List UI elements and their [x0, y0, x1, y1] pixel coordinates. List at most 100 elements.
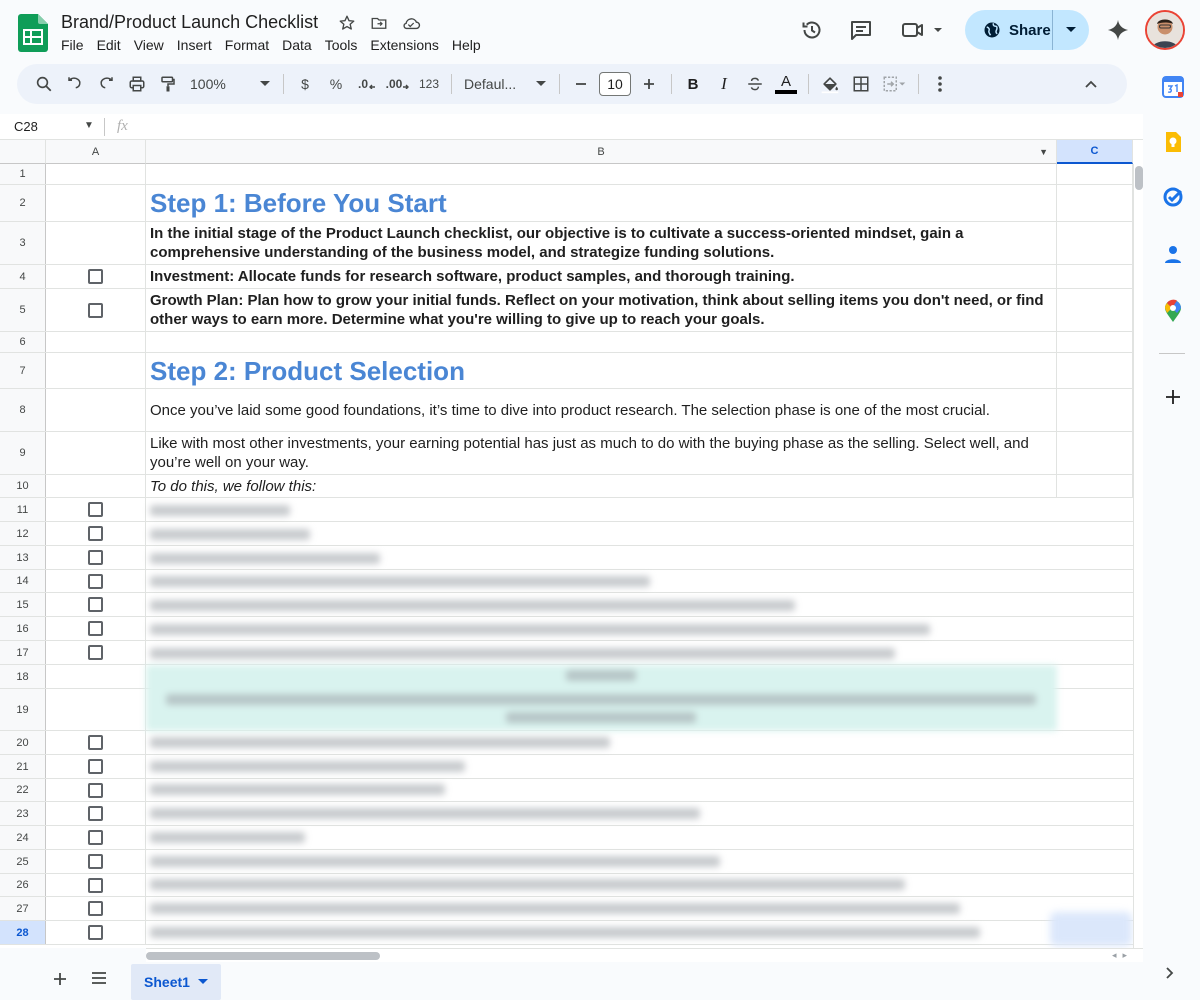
meet-icon[interactable] [900, 16, 944, 44]
cell-a[interactable] [46, 353, 146, 388]
print-button[interactable] [124, 70, 150, 98]
cell-a[interactable] [46, 570, 146, 592]
cell-a[interactable] [46, 826, 146, 849]
cell-c[interactable] [1057, 289, 1133, 331]
checkbox[interactable] [88, 782, 103, 798]
scroll-thumb[interactable] [146, 952, 380, 960]
merge-cells-button[interactable] [879, 70, 909, 98]
column-header-b[interactable]: B ▼ [146, 140, 1057, 164]
cell-a[interactable] [46, 850, 146, 873]
cell-a[interactable] [46, 265, 146, 288]
checkbox[interactable] [88, 597, 103, 612]
keep-icon[interactable] [1162, 131, 1184, 153]
cell-b[interactable]: Step 2: Product Selection [146, 353, 1057, 388]
cell-b[interactable]: Growth Plan: Plan how to grow your initi… [146, 289, 1057, 331]
cell-a[interactable] [46, 185, 146, 221]
checkbox[interactable] [88, 925, 103, 940]
cell-a[interactable] [46, 432, 146, 474]
horizontal-scrollbar[interactable]: ◂▸ [146, 948, 1143, 962]
row-number[interactable]: 15 [0, 593, 46, 616]
bold-button[interactable]: B [680, 70, 706, 98]
tasks-icon[interactable] [1162, 186, 1184, 208]
cell-a[interactable] [46, 593, 146, 616]
font-size-input[interactable]: 10 [599, 72, 631, 96]
row-number[interactable]: 7 [0, 353, 46, 388]
avatar[interactable] [1145, 10, 1185, 50]
row-number[interactable]: 25 [0, 850, 46, 873]
all-sheets-button[interactable] [90, 970, 108, 991]
checkbox[interactable] [88, 526, 103, 541]
checkbox[interactable] [88, 901, 103, 916]
scroll-arrows-icon[interactable]: ◂▸ [1112, 950, 1133, 961]
chevron-right-icon[interactable] [1165, 966, 1175, 985]
row-number[interactable]: 17 [0, 641, 46, 664]
currency-format-button[interactable]: $ [292, 70, 318, 98]
cell-c[interactable] [1057, 164, 1133, 184]
cell-a[interactable] [46, 389, 146, 431]
row-number[interactable]: 10 [0, 475, 46, 497]
checkbox[interactable] [88, 302, 103, 318]
cell-a[interactable] [46, 665, 146, 688]
column-header-a[interactable]: A [46, 140, 146, 164]
cell-a[interactable] [46, 475, 146, 497]
add-sheet-button[interactable] [52, 970, 68, 993]
checkbox[interactable] [88, 645, 103, 660]
row-number[interactable]: 19 [0, 689, 46, 730]
row-number[interactable]: 27 [0, 897, 46, 920]
add-icon[interactable] [1162, 386, 1184, 408]
menu-file[interactable]: File [61, 37, 84, 53]
redo-button[interactable] [93, 70, 119, 98]
chevron-down-icon[interactable] [197, 979, 208, 985]
decrease-font-size-button[interactable] [568, 70, 594, 98]
cell-a[interactable] [46, 921, 146, 944]
menu-extensions[interactable]: Extensions [370, 37, 438, 53]
cell-c[interactable] [1057, 475, 1133, 497]
cell-b[interactable]: To do this, we follow this: [146, 475, 1057, 497]
font-select[interactable]: Defaul... [460, 70, 550, 98]
cell-a[interactable] [46, 731, 146, 754]
menu-data[interactable]: Data [282, 37, 312, 53]
comment-icon[interactable] [847, 16, 875, 44]
row-number[interactable]: 28 [0, 921, 46, 944]
scroll-thumb[interactable] [1135, 166, 1143, 190]
cell-a[interactable] [46, 522, 146, 545]
cell-a[interactable] [46, 897, 146, 920]
row-number[interactable]: 14 [0, 570, 46, 592]
row-number[interactable]: 21 [0, 755, 46, 778]
row-number[interactable]: 3 [0, 222, 46, 264]
calendar-icon[interactable] [1162, 76, 1184, 98]
checkbox[interactable] [88, 550, 103, 565]
zoom-select[interactable]: 100% [186, 70, 274, 98]
decrease-decimal-button[interactable]: .0 [354, 70, 380, 98]
checkbox[interactable] [88, 830, 103, 845]
percent-format-button[interactable]: % [323, 70, 349, 98]
menu-tools[interactable]: Tools [325, 37, 358, 53]
number-format-button[interactable]: 123 [416, 70, 442, 98]
row-number[interactable]: 4 [0, 265, 46, 288]
collapse-toolbar-button[interactable] [1078, 70, 1104, 98]
cell-b[interactable]: Investment: Allocate funds for research … [146, 265, 1057, 288]
share-button[interactable]: Share [965, 10, 1053, 50]
search-menus-button[interactable] [31, 70, 57, 98]
cell-c[interactable] [1057, 222, 1133, 264]
cell-a[interactable] [46, 802, 146, 825]
undo-button[interactable] [62, 70, 88, 98]
checkbox[interactable] [88, 735, 103, 750]
cell-b[interactable] [146, 164, 1057, 184]
text-color-button[interactable]: A [773, 70, 799, 98]
cloud-status-icon[interactable] [400, 12, 422, 34]
row-number[interactable]: 5 [0, 289, 46, 331]
vertical-scrollbar[interactable] [1133, 164, 1143, 948]
cell-a[interactable] [46, 222, 146, 264]
menu-view[interactable]: View [134, 37, 164, 53]
sheet-tab[interactable]: Sheet1 [131, 964, 221, 1000]
select-all-corner[interactable] [0, 140, 46, 164]
row-number[interactable]: 11 [0, 498, 46, 521]
share-dropdown-button[interactable] [1053, 26, 1089, 34]
borders-button[interactable] [848, 70, 874, 98]
checkbox[interactable] [88, 806, 103, 821]
cell-b[interactable]: Once you’ve laid some good foundations, … [146, 389, 1057, 431]
cell-c[interactable] [1057, 389, 1133, 431]
cell-b[interactable]: Step 1: Before You Start [146, 185, 1057, 221]
cell-a[interactable] [46, 874, 146, 896]
